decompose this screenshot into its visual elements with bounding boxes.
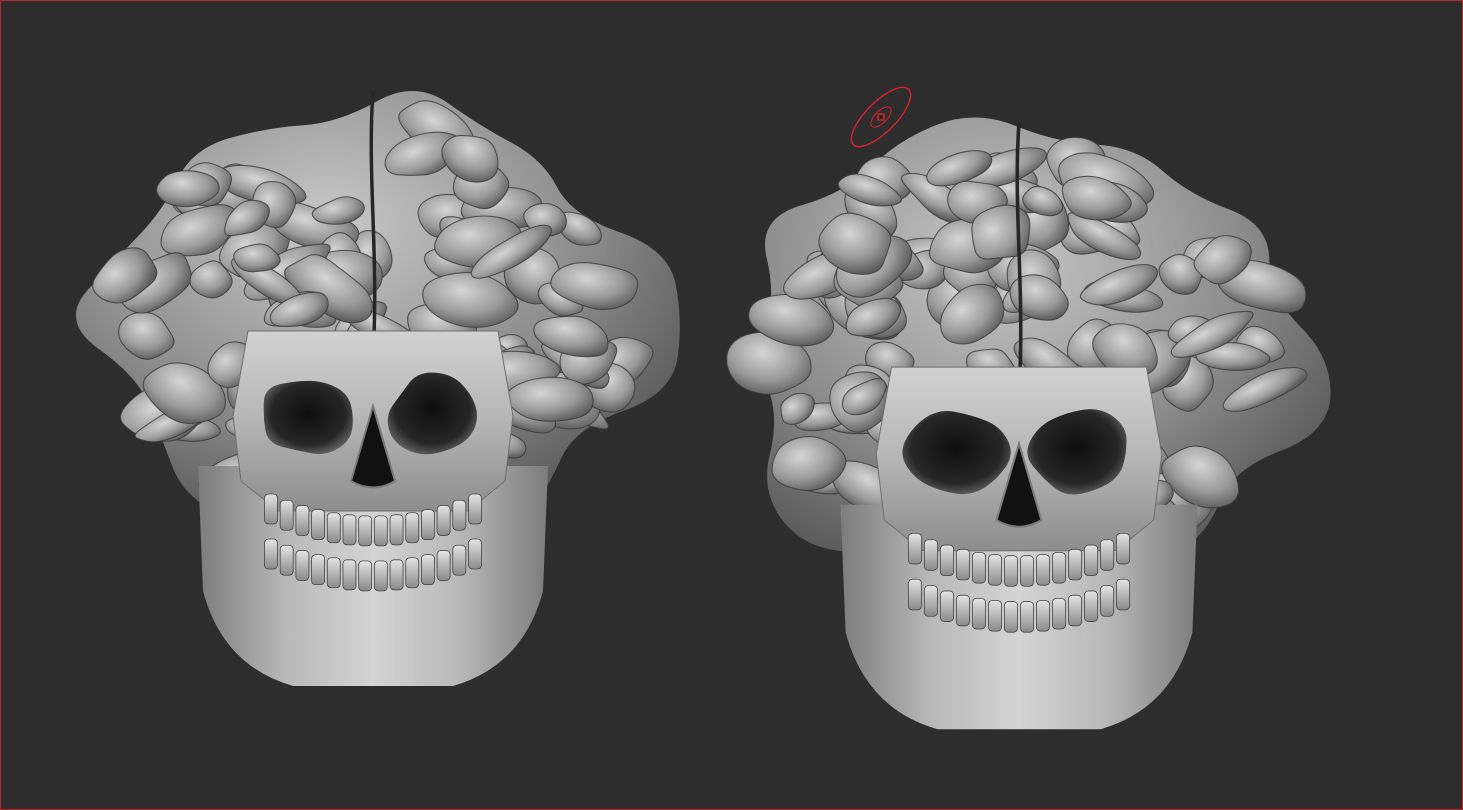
viewport-canvas[interactable] [1,1,1463,810]
3d-viewport[interactable] [0,0,1463,810]
eye-socket-left [263,380,353,455]
brain-skull-model-right[interactable] [720,117,1331,730]
brain-skull-model-left[interactable] [75,90,680,686]
